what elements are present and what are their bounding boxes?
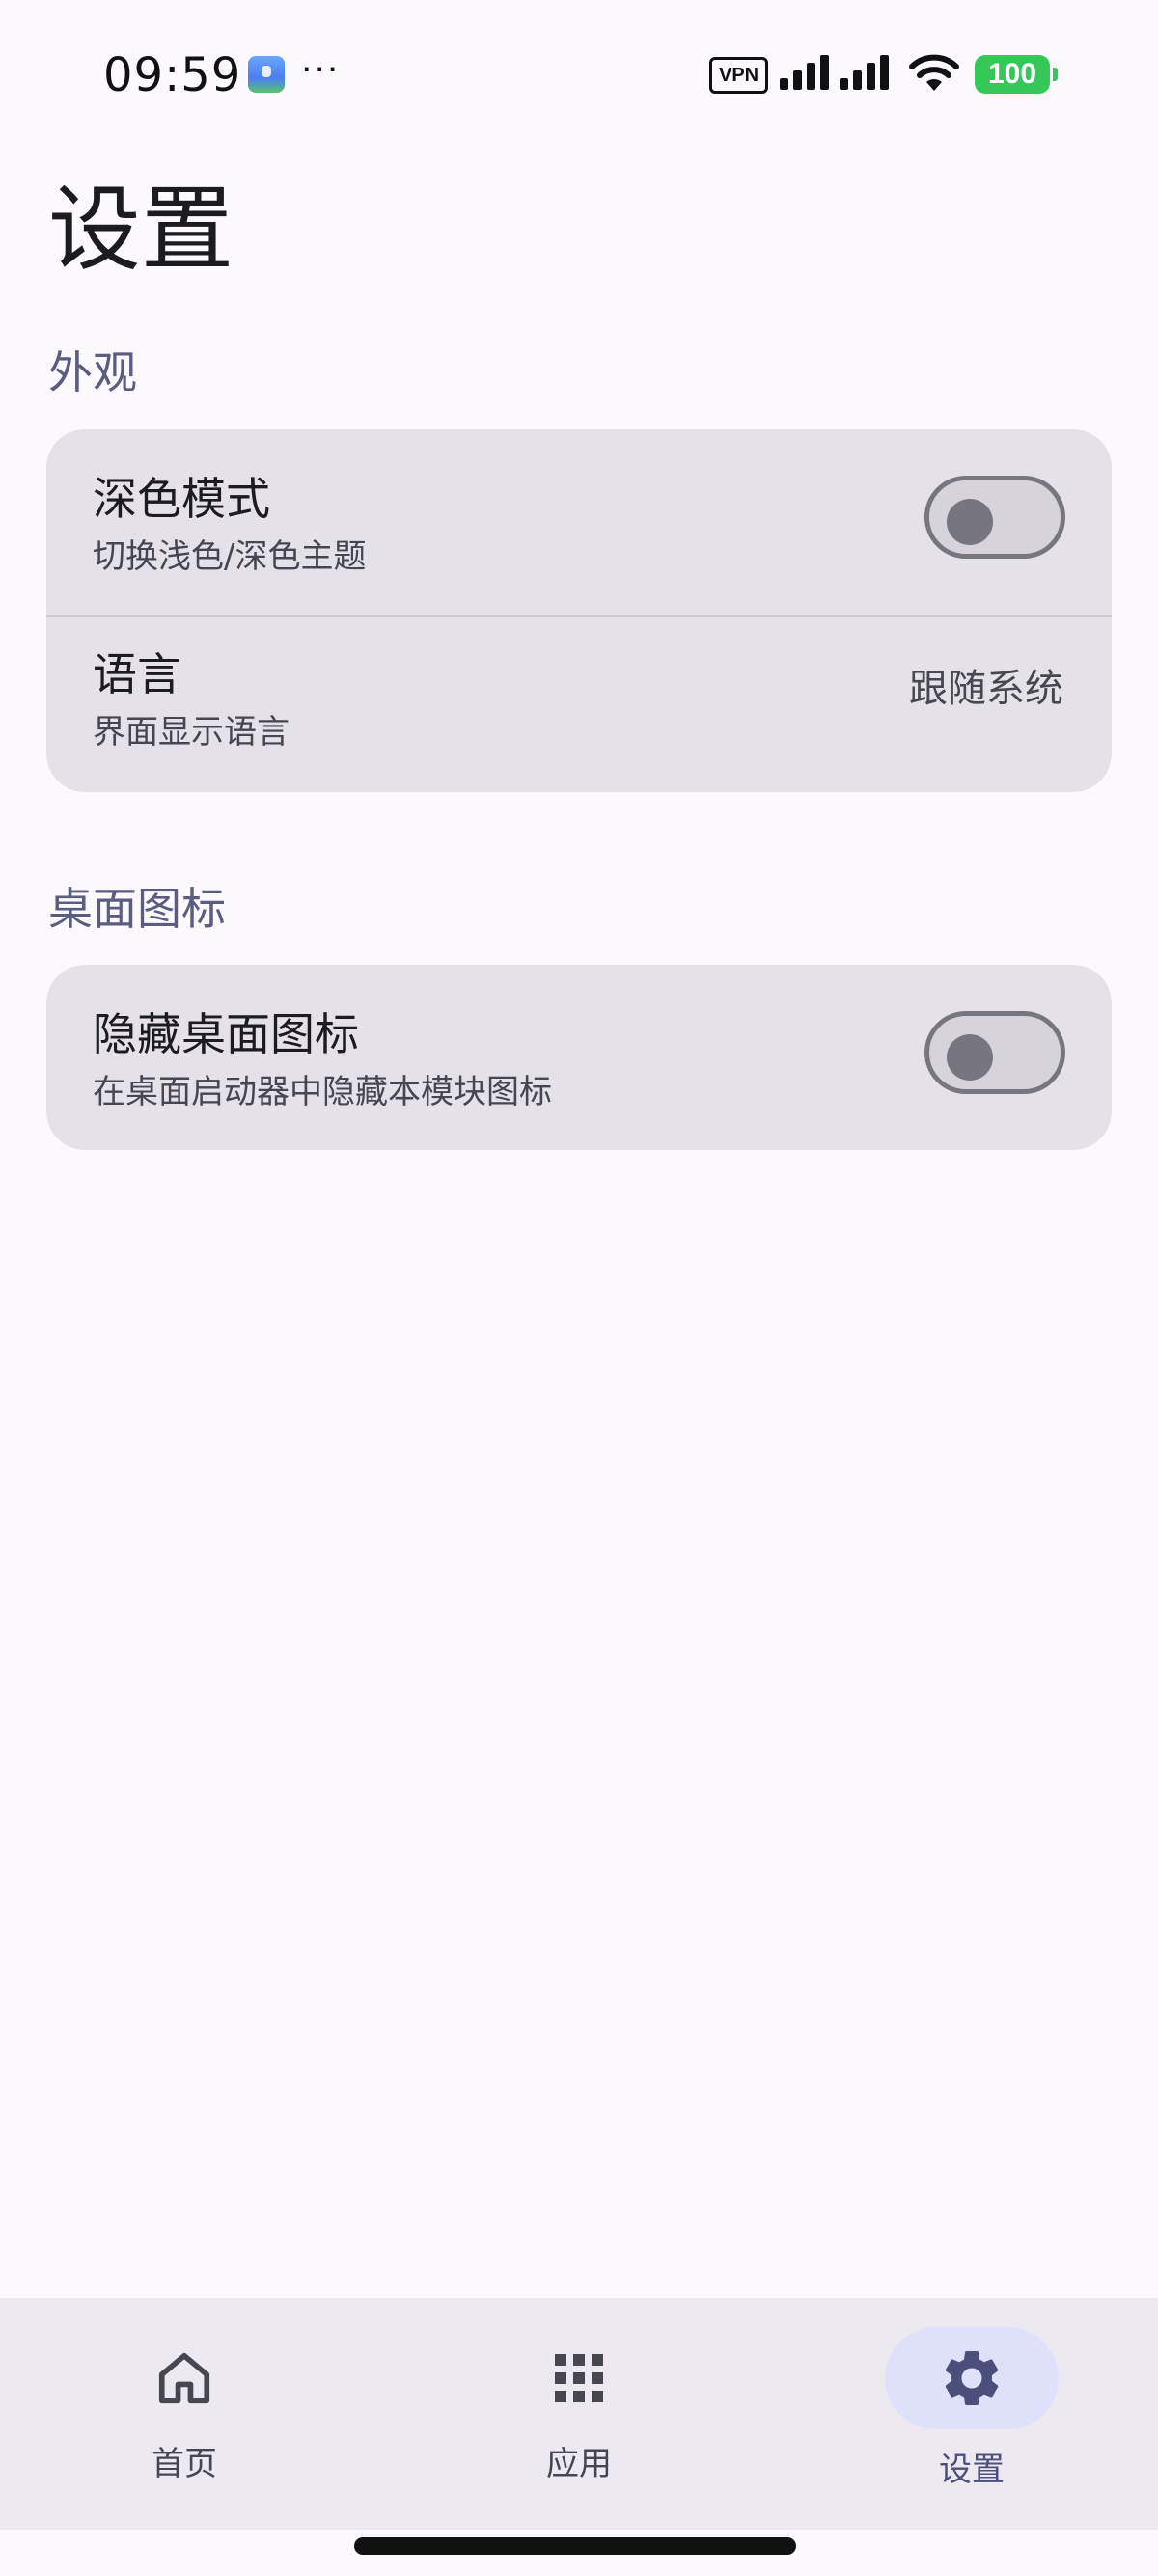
nav-icon-container [885,2327,1059,2429]
dark-mode-title: 深色模式 [93,473,270,525]
dark-mode-toggle[interactable] [924,476,1065,559]
more-notifications-icon: ··· [301,50,341,90]
home-icon [158,2352,210,2404]
home-indicator[interactable] [354,2537,796,2555]
page-title: 设置 [48,176,234,284]
wifi-icon [909,54,959,91]
apps-grid-icon [555,2354,603,2402]
battery-icon: 100 [975,55,1058,94]
gear-icon [945,2351,999,2405]
desktop-icon-card: 隐藏桌面图标 在桌面启动器中隐藏本模块图标 [46,965,1112,1150]
hide-icon-subtitle: 在桌面启动器中隐藏本模块图标 [93,1073,552,1111]
battery-level: 100 [987,58,1037,90]
toggle-knob [947,1034,993,1081]
hide-icon-title: 隐藏桌面图标 [93,1008,359,1060]
appearance-card: 深色模式 切换浅色/深色主题 语言 界面显示语言 跟随系统 [46,429,1112,792]
bottom-navigation: 首页 应用 设置 [0,2298,1158,2530]
signal-icon [780,55,889,90]
dark-mode-row[interactable]: 深色模式 切换浅色/深色主题 [46,429,1112,615]
hide-icon-row[interactable]: 隐藏桌面图标 在桌面启动器中隐藏本模块图标 [46,965,1112,1150]
nav-icon-container [492,2327,666,2429]
language-row[interactable]: 语言 界面显示语言 跟随系统 [46,615,1112,792]
vpn-icon: VPN [709,57,769,94]
status-time: 09:59 [103,48,242,102]
nav-label-settings: 设置 [939,2451,1005,2489]
toggle-knob [947,499,993,545]
app-notification-icon [248,56,285,93]
nav-item-apps[interactable]: 应用 [463,2298,695,2530]
nav-label-home: 首页 [152,2445,217,2483]
language-title: 语言 [93,648,181,700]
section-label-desktop-icon: 桌面图标 [48,883,226,935]
hide-icon-toggle[interactable] [924,1011,1065,1094]
nav-item-settings[interactable]: 设置 [856,2298,1088,2530]
nav-item-home[interactable]: 首页 [69,2298,300,2530]
section-label-appearance: 外观 [48,346,137,398]
nav-label-apps: 应用 [546,2445,612,2483]
dark-mode-subtitle: 切换浅色/深色主题 [93,537,367,576]
language-value: 跟随系统 [909,667,1063,711]
status-bar: 09:59 ··· VPN 100 [0,0,1158,145]
language-subtitle: 界面显示语言 [93,713,290,752]
nav-icon-container [97,2327,271,2429]
